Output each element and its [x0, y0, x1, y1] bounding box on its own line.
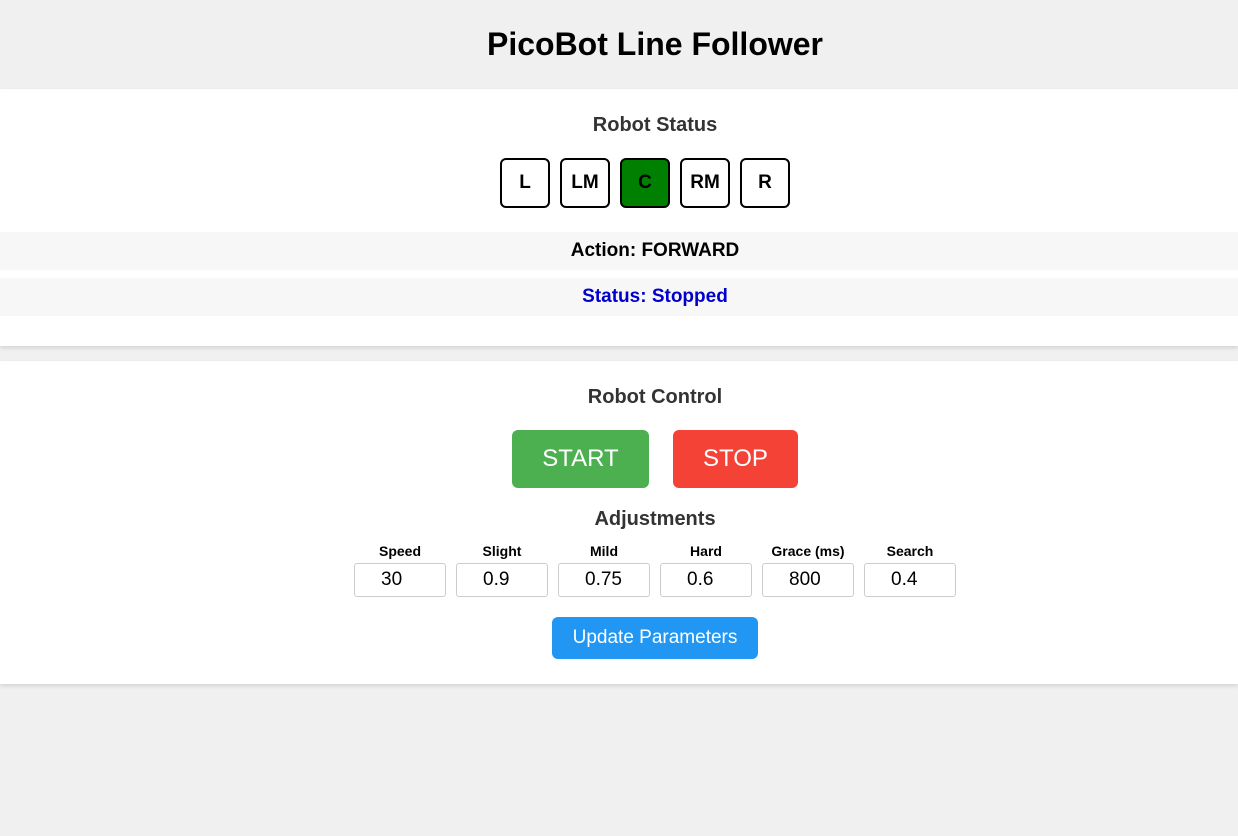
mild-input[interactable]: [558, 563, 650, 597]
hard-input[interactable]: [660, 563, 752, 597]
param-hard-label: Hard: [690, 543, 722, 559]
param-search: Search: [864, 542, 956, 597]
sensor-left: L: [500, 158, 550, 208]
param-slight-label: Slight: [482, 543, 522, 559]
grace-input[interactable]: [762, 563, 854, 597]
robot-control-panel: Robot Control START STOP Adjustments Spe…: [0, 361, 1238, 684]
param-grace: Grace (ms): [762, 542, 854, 597]
sensor-right: R: [740, 158, 790, 208]
robot-control-heading: Robot Control: [587, 386, 723, 408]
param-slight: Slight: [456, 542, 548, 597]
sensor-indicator-row: L LM C RM R: [500, 158, 790, 208]
control-button-group: START STOP: [512, 430, 798, 488]
speed-input[interactable]: [354, 563, 446, 597]
page-title: PicoBot Line Follower: [486, 26, 823, 62]
param-search-label: Search: [886, 543, 934, 559]
start-button[interactable]: START: [512, 430, 649, 488]
sensor-left-middle: LM: [560, 158, 610, 208]
param-hard: Hard: [660, 542, 752, 597]
adjustments-heading: Adjustments: [594, 508, 716, 530]
status-display: Status: Stopped: [0, 278, 1238, 316]
action-display: Action: FORWARD: [0, 232, 1238, 270]
param-grace-label: Grace (ms): [771, 543, 845, 559]
robot-status-panel: Robot Status L LM C RM R Action: FORWARD…: [0, 89, 1238, 346]
update-parameters-button[interactable]: Update Parameters: [552, 617, 758, 659]
search-input[interactable]: [864, 563, 956, 597]
stop-button[interactable]: STOP: [673, 430, 798, 488]
robot-status-heading: Robot Status: [592, 114, 718, 136]
param-speed-label: Speed: [378, 543, 421, 559]
parameter-fields: Speed Slight Mild Hard Grace (ms) Search: [354, 542, 956, 597]
param-mild: Mild: [558, 542, 650, 597]
sensor-center: C: [620, 158, 670, 208]
slight-input[interactable]: [456, 563, 548, 597]
param-speed: Speed: [354, 542, 446, 597]
param-mild-label: Mild: [590, 543, 618, 559]
sensor-right-middle: RM: [680, 158, 730, 208]
